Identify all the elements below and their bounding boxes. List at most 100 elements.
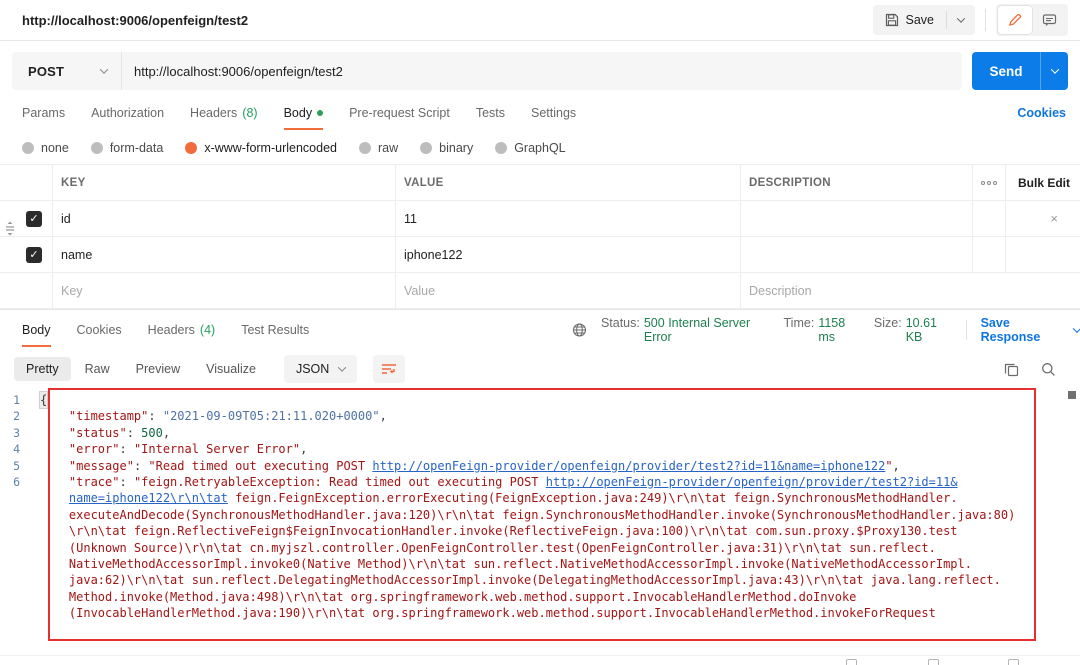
- description-input-placeholder[interactable]: Description: [740, 273, 972, 308]
- view-tab-preview[interactable]: Preview: [124, 357, 192, 381]
- status-badge: Status: 500 Internal Server Error: [600, 315, 751, 344]
- size-badge: Size: 10.61 KB: [873, 315, 937, 344]
- key-input-placeholder[interactable]: Key: [52, 273, 395, 308]
- response-tab-body[interactable]: Body: [22, 313, 51, 347]
- line-number: 6: [13, 474, 20, 489]
- mode-binary[interactable]: binary: [420, 141, 473, 155]
- save-button[interactable]: Save: [873, 5, 947, 35]
- chevron-down-icon: [956, 14, 966, 23]
- meta-divider: [965, 319, 967, 340]
- edit-comment-group: [996, 4, 1068, 36]
- delete-row-icon[interactable]: ×: [1050, 211, 1058, 226]
- code-line: 5 "message": "Read timed out executing P…: [2, 458, 1080, 474]
- url-input[interactable]: http://localhost:9006/openfeign/test2: [122, 52, 343, 90]
- table-row: id 11 ×: [0, 201, 1080, 237]
- send-button[interactable]: Send: [972, 52, 1040, 90]
- bulk-edit-button[interactable]: Bulk Edit: [1018, 176, 1070, 190]
- tab-tests[interactable]: Tests: [476, 96, 505, 130]
- search-icon[interactable]: [1041, 362, 1056, 377]
- chevron-down-icon: [1073, 323, 1080, 333]
- tab-settings[interactable]: Settings: [531, 96, 576, 130]
- postman-app: http://localhost:9006/openfeign/test2 Sa…: [0, 0, 1080, 665]
- url-link[interactable]: http://openFeign-provider/openfeign/prov…: [546, 474, 958, 490]
- key-cell[interactable]: name: [52, 237, 395, 272]
- key-cell[interactable]: id: [52, 201, 395, 236]
- line-number: [2, 523, 40, 539]
- response-body-code[interactable]: 1{2 "timestamp": "2021-09-09T05:21:11.02…: [0, 390, 1080, 642]
- table-row: name iphone122: [0, 237, 1080, 273]
- format-label: JSON: [295, 362, 330, 376]
- code-line: (Unknown Source)\r\n\tat cn.myjszl.contr…: [2, 540, 1080, 556]
- cookies-link[interactable]: Cookies: [1017, 106, 1066, 120]
- tab-params[interactable]: Params: [22, 96, 65, 130]
- response-tab-headers[interactable]: Headers (4): [148, 313, 216, 347]
- description-cell[interactable]: [740, 201, 972, 236]
- line-number: 2: [13, 409, 20, 424]
- mode-graphql[interactable]: GraphQL: [495, 141, 566, 155]
- mode-raw[interactable]: raw: [359, 141, 398, 155]
- save-response-button[interactable]: Save Response: [981, 316, 1080, 344]
- chevron-down-icon: [1050, 65, 1059, 74]
- copy-icon[interactable]: [1004, 362, 1019, 377]
- tab-authorization[interactable]: Authorization: [91, 96, 164, 130]
- mode-none[interactable]: none: [22, 141, 69, 155]
- view-tab-visualize[interactable]: Visualize: [194, 357, 268, 381]
- mode-form-data[interactable]: form-data: [90, 141, 163, 155]
- method-selector[interactable]: POST: [12, 52, 122, 90]
- code-line: 3 "status": 500,: [2, 425, 1080, 441]
- url-link[interactable]: name=iphone122\r\n\tat: [69, 490, 228, 506]
- value-cell[interactable]: 11: [395, 201, 740, 236]
- line-number: [2, 507, 40, 523]
- response-tab-test-results[interactable]: Test Results: [241, 313, 309, 347]
- radio-icon: [22, 142, 34, 154]
- wrap-lines-button[interactable]: [373, 355, 406, 383]
- comment-button[interactable]: [1032, 6, 1066, 34]
- code-line: name=iphone122\r\n\tat feign.FeignExcept…: [2, 490, 1080, 506]
- save-button-group: Save: [872, 5, 975, 35]
- more-actions-icon[interactable]: [981, 180, 997, 185]
- pencil-icon: [1009, 13, 1022, 26]
- save-dropdown-button[interactable]: [947, 5, 975, 35]
- scrollbar-thumb[interactable]: [1068, 391, 1076, 399]
- wrap-lines-icon: [382, 364, 397, 374]
- radio-selected-icon: [185, 142, 198, 154]
- table-header-row: KEY VALUE DESCRIPTION Bulk Edit: [0, 165, 1080, 201]
- radio-icon: [90, 142, 103, 154]
- row-checkbox-checked[interactable]: [26, 210, 42, 227]
- format-dropdown[interactable]: JSON: [283, 355, 358, 383]
- value-input-placeholder[interactable]: Value: [395, 273, 740, 308]
- view-tab-pretty[interactable]: Pretty: [14, 357, 71, 381]
- code-line: \r\n\tat feign.ReflectiveFeign$FeignInvo…: [2, 523, 1080, 539]
- tab-pre-request-script[interactable]: Pre-request Script: [349, 96, 450, 130]
- response-meta: Status: 500 Internal Server Error Time: …: [572, 310, 1080, 349]
- line-number: [2, 572, 40, 588]
- urlencoded-table: KEY VALUE DESCRIPTION Bulk Edit id 11: [0, 164, 1080, 309]
- description-cell[interactable]: [740, 237, 972, 272]
- send-dropdown-button[interactable]: [1040, 52, 1068, 90]
- line-number: [2, 605, 40, 621]
- line-number: 5: [13, 458, 20, 473]
- body-mode-selector: none form-data x-www-form-urlencoded raw…: [0, 132, 1080, 164]
- clipped-icon: [846, 659, 857, 665]
- url-link[interactable]: http://openFeign-provider/openfeign/prov…: [372, 458, 885, 474]
- code-line: (InvocableHandlerMethod.java:190)\r\n\ta…: [2, 605, 1080, 621]
- url-field: POST http://localhost:9006/openfeign/tes…: [12, 52, 962, 90]
- value-cell[interactable]: iphone122: [395, 237, 740, 272]
- request-tab-title: http://localhost:9006/openfeign/test2: [22, 12, 249, 28]
- tab-body[interactable]: Body: [283, 96, 324, 130]
- tab-headers[interactable]: Headers (8): [190, 96, 258, 130]
- clipped-icon: [1008, 659, 1019, 665]
- response-tab-cookies[interactable]: Cookies: [77, 313, 122, 347]
- code-line: 4 "error": "Internal Server Error",: [2, 441, 1080, 457]
- line-number: 1: [13, 393, 20, 407]
- row-checkbox-checked[interactable]: [26, 246, 42, 263]
- code-line: 2 "timestamp": "2021-09-09T05:21:11.020+…: [2, 408, 1080, 424]
- drag-handle-icon[interactable]: [5, 221, 15, 236]
- code-line: 6 "trace": "feign.RetryableException: Re…: [2, 474, 1080, 490]
- edit-button[interactable]: [998, 6, 1032, 34]
- mode-x-www-form-urlencoded[interactable]: x-www-form-urlencoded: [185, 141, 337, 155]
- view-tab-raw[interactable]: Raw: [73, 357, 122, 381]
- send-button-group: Send: [972, 52, 1068, 90]
- code-line: Method.invoke(Method.java:498)\r\n\tat o…: [2, 589, 1080, 605]
- code-line: 1{: [2, 390, 1080, 410]
